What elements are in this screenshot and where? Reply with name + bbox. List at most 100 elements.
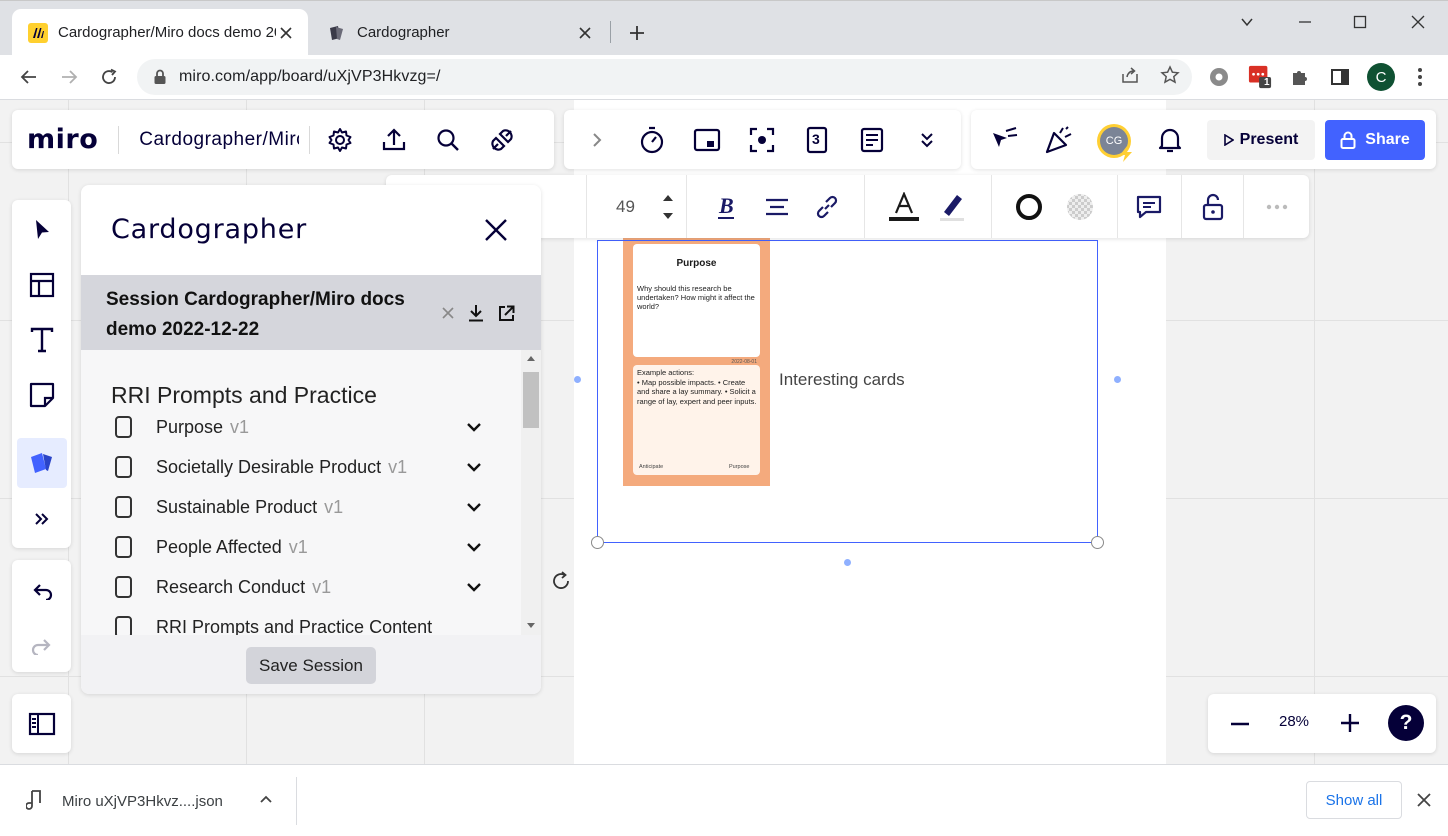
settings-gear-icon[interactable]	[325, 125, 355, 155]
close-tab-icon[interactable]	[276, 23, 296, 43]
help-button[interactable]: ?	[1388, 705, 1424, 741]
text-tool-icon[interactable]	[17, 315, 67, 365]
undo-icon[interactable]	[17, 565, 67, 615]
board-title[interactable]: Cardographer/Miro docs demo 2022-12-22	[139, 129, 299, 151]
zoom-level[interactable]: 28%	[1273, 713, 1315, 730]
scroll-down-icon[interactable]	[526, 622, 536, 630]
templates-icon[interactable]	[17, 260, 67, 310]
expand-chevron-icon[interactable]	[466, 578, 482, 596]
maximize-window-icon[interactable]	[1345, 7, 1375, 37]
scroll-up-icon[interactable]	[526, 354, 536, 362]
highlight-marker-icon[interactable]	[939, 191, 965, 223]
countdown-icon[interactable]: 3	[802, 125, 832, 155]
cards-embed-icon[interactable]	[692, 125, 722, 155]
extension-gear-icon[interactable]	[1207, 65, 1231, 89]
tab-cardographer[interactable]: Cardographer	[311, 9, 607, 56]
timer-icon[interactable]	[637, 125, 667, 155]
address-bar[interactable]: miro.com/app/board/uXjVP3Hkvzg=/	[137, 59, 1192, 95]
deck-row[interactable]: Societally Desirable Product v1	[111, 452, 491, 482]
miro-canvas[interactable]: Purpose Why should this research be unde…	[0, 100, 1448, 764]
close-shelf-icon[interactable]	[1417, 793, 1431, 807]
resize-handle-bottom-left[interactable]	[591, 536, 604, 549]
deck-checkbox[interactable]	[115, 536, 132, 558]
side-panel-icon[interactable]	[1328, 65, 1352, 89]
share-button[interactable]: Share	[1325, 120, 1425, 160]
comment-icon[interactable]	[1136, 191, 1162, 223]
tab-search-chevron-icon[interactable]	[1232, 7, 1262, 37]
deck-checkbox[interactable]	[115, 456, 132, 478]
present-button[interactable]: Present	[1207, 120, 1315, 160]
close-tab-icon[interactable]	[575, 23, 595, 43]
focus-frame-icon[interactable]	[747, 125, 777, 155]
fill-transparent-icon[interactable]	[1066, 191, 1094, 223]
notes-icon[interactable]	[857, 125, 887, 155]
selection-box[interactable]	[597, 240, 1098, 543]
zoom-in-icon[interactable]	[1340, 713, 1360, 733]
deck-row[interactable]: People Affected v1	[111, 532, 491, 562]
close-panel-icon[interactable]	[481, 215, 511, 245]
reload-icon[interactable]	[95, 63, 123, 91]
deck-row[interactable]: RRI Prompts and Practice Content	[111, 612, 491, 635]
deck-checkbox[interactable]	[115, 416, 132, 438]
align-center-icon[interactable]	[764, 191, 790, 223]
expand-chevron-icon[interactable]	[466, 538, 482, 556]
connector-dot-bottom[interactable]	[844, 559, 851, 566]
apps-plug-icon[interactable]	[487, 125, 517, 155]
sticky-note-icon[interactable]	[17, 370, 67, 420]
unlock-icon[interactable]	[1202, 191, 1224, 223]
lock-icon[interactable]	[153, 69, 167, 85]
puzzle-extensions-icon[interactable]	[1288, 65, 1312, 89]
deck-row[interactable]: Research Conduct v1	[111, 572, 491, 602]
bold-icon[interactable]: B	[716, 191, 736, 223]
font-size-stepper-icon[interactable]	[662, 191, 674, 223]
more-tools-chevrons-icon[interactable]	[17, 494, 67, 544]
double-chevron-down-icon[interactable]	[912, 125, 942, 155]
notifications-bell-icon[interactable]	[1155, 125, 1185, 155]
text-color-icon[interactable]	[889, 191, 919, 223]
browser-menu-icon[interactable]	[1408, 65, 1432, 89]
deck-list[interactable]: RRI Prompts and Practice Purpose v1 Soci…	[81, 350, 541, 635]
download-icon[interactable]	[465, 302, 487, 324]
cursor-select-icon[interactable]	[989, 125, 1019, 155]
connector-dot-left[interactable]	[574, 376, 581, 383]
open-external-icon[interactable]	[495, 302, 517, 324]
minimize-window-icon[interactable]	[1290, 7, 1320, 37]
connector-dot-right[interactable]	[1114, 376, 1121, 383]
select-tool-icon[interactable]	[17, 205, 67, 255]
miro-logo[interactable]: miro	[27, 124, 98, 155]
border-color-icon[interactable]	[1014, 191, 1044, 223]
new-tab-button[interactable]	[622, 18, 652, 48]
deck-checkbox[interactable]	[115, 496, 132, 518]
show-all-button[interactable]: Show all	[1306, 781, 1402, 819]
deck-checkbox[interactable]	[115, 616, 132, 635]
resize-handle-bottom-right[interactable]	[1091, 536, 1104, 549]
profile-avatar[interactable]: C	[1367, 63, 1395, 91]
forward-arrow-icon[interactable]	[55, 63, 83, 91]
deck-checkbox[interactable]	[115, 576, 132, 598]
redo-icon[interactable]	[17, 620, 67, 670]
download-item[interactable]: Miro uXjVP3Hkvz....json	[62, 793, 223, 810]
chevron-up-icon[interactable]	[258, 793, 274, 805]
tab-miro-board[interactable]: Cardographer/Miro docs demo 2022-12-22	[12, 9, 308, 56]
font-size-input[interactable]: 49	[616, 191, 635, 223]
celebrate-icon[interactable]	[1044, 125, 1074, 155]
chevron-right-icon[interactable]	[582, 125, 612, 155]
close-window-icon[interactable]	[1403, 7, 1433, 37]
more-options-icon[interactable]	[1266, 191, 1288, 223]
back-arrow-icon[interactable]	[15, 63, 43, 91]
board-panel-toggle[interactable]	[12, 694, 71, 753]
rotate-handle-icon[interactable]	[550, 570, 572, 592]
link-icon[interactable]	[814, 191, 840, 223]
save-session-button[interactable]: Save Session	[246, 647, 376, 684]
share-page-icon[interactable]	[1118, 63, 1142, 87]
upload-export-icon[interactable]	[379, 125, 409, 155]
expand-chevron-icon[interactable]	[466, 458, 482, 476]
extension-counter-icon[interactable]: 1	[1248, 65, 1272, 89]
remove-session-icon[interactable]	[437, 302, 459, 324]
cardographer-app-icon[interactable]	[17, 438, 67, 488]
search-icon[interactable]	[433, 125, 463, 155]
scrollbar-thumb[interactable]	[523, 372, 539, 428]
deck-row[interactable]: Purpose v1	[111, 412, 491, 442]
zoom-out-icon[interactable]	[1230, 714, 1250, 734]
expand-chevron-icon[interactable]	[466, 418, 482, 436]
